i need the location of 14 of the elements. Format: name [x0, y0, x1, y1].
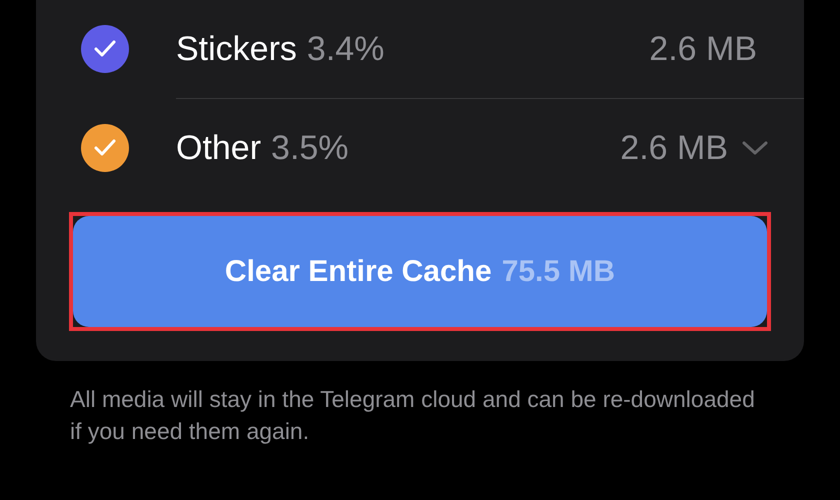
chevron-down-icon[interactable] — [742, 140, 768, 156]
checkbox[interactable] — [81, 25, 129, 73]
check-icon — [94, 40, 116, 58]
category-size: 2.6 MB — [649, 30, 757, 68]
category-name: Stickers — [176, 30, 297, 68]
category-percent: 3.5% — [271, 128, 349, 168]
category-row[interactable]: Other 3.5% 2.6 MB — [36, 99, 804, 197]
category-percent: 3.4% — [306, 30, 384, 68]
footer-note: All media will stay in the Telegram cloud and can be re-downloaded if you need them again. — [70, 385, 756, 446]
category-size: 2.6 MB — [620, 128, 728, 168]
category-row[interactable]: Stickers 3.4% 2.6 MB — [36, 0, 804, 98]
check-icon — [94, 139, 116, 157]
category-name: Other — [176, 128, 262, 168]
checkbox[interactable] — [81, 124, 129, 172]
